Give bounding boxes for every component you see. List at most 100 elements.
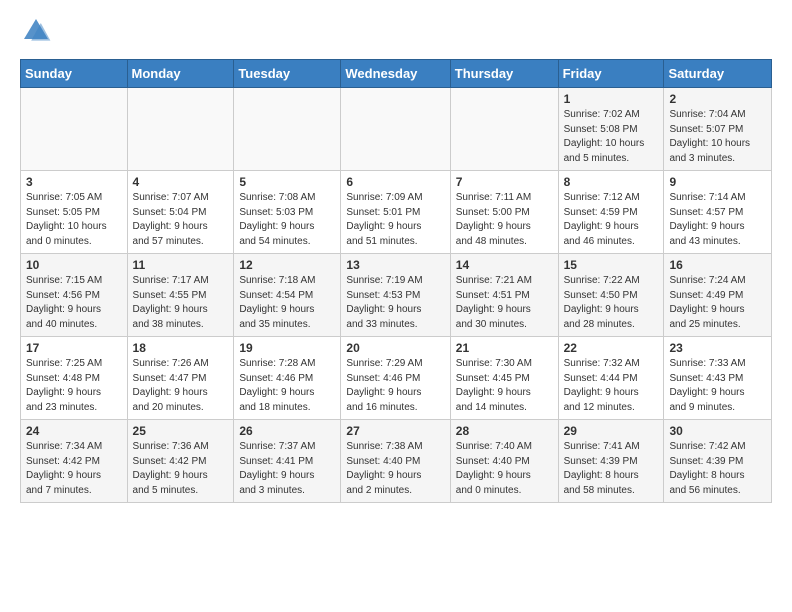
day-number: 14 (456, 258, 553, 272)
weekday-header: Wednesday (341, 60, 450, 88)
day-info: Sunrise: 7:30 AM Sunset: 4:45 PM Dayligh… (456, 357, 553, 415)
calendar-cell: 19 Sunrise: 7:28 AM Sunset: 4:46 PM Dayli… (234, 337, 341, 420)
day-number: 29 (564, 424, 659, 438)
day-number: 1 (564, 92, 659, 106)
day-info: Sunrise: 7:41 AM Sunset: 4:39 PM Dayligh… (564, 440, 659, 498)
day-number: 8 (564, 175, 659, 189)
day-number: 28 (456, 424, 553, 438)
calendar-week: 24 Sunrise: 7:34 AM Sunset: 4:42 PM Dayli… (21, 420, 772, 503)
day-info: Sunrise: 7:28 AM Sunset: 4:46 PM Dayligh… (239, 357, 335, 415)
day-number: 25 (133, 424, 229, 438)
weekday-header: Saturday (664, 60, 772, 88)
calendar-cell: 1Sunrise: 7:02 AM Sunset: 5:08 PM Daylig… (558, 88, 664, 171)
day-number: 11 (133, 258, 229, 272)
calendar-cell: 2Sunrise: 7:04 AM Sunset: 5:07 PM Daylig… (664, 88, 772, 171)
calendar-cell: 14 Sunrise: 7:21 AM Sunset: 4:51 PM Dayli… (450, 254, 558, 337)
calendar-cell: 4 Sunrise: 7:07 AM Sunset: 5:04 PM Daylig… (127, 171, 234, 254)
day-number: 30 (669, 424, 766, 438)
day-info: Sunrise: 7:07 AM Sunset: 5:04 PM Dayligh… (133, 191, 229, 249)
day-info: Sunrise: 7:24 AM Sunset: 4:49 PM Dayligh… (669, 274, 766, 332)
day-number: 4 (133, 175, 229, 189)
calendar-cell: 27Sunrise: 7:38 AM Sunset: 4:40 PM Dayli… (341, 420, 450, 503)
calendar-cell: 29 Sunrise: 7:41 AM Sunset: 4:39 PM Dayli… (558, 420, 664, 503)
calendar-cell: 8Sunrise: 7:12 AM Sunset: 4:59 PM Daylig… (558, 171, 664, 254)
day-info: Sunrise: 7:17 AM Sunset: 4:55 PM Dayligh… (133, 274, 229, 332)
day-number: 12 (239, 258, 335, 272)
calendar-cell: 30 Sunrise: 7:42 AM Sunset: 4:39 PM Dayli… (664, 420, 772, 503)
calendar-cell: 9Sunrise: 7:14 AM Sunset: 4:57 PM Daylig… (664, 171, 772, 254)
day-info: Sunrise: 7:42 AM Sunset: 4:39 PM Dayligh… (669, 440, 766, 498)
day-info: Sunrise: 7:34 AM Sunset: 4:42 PM Dayligh… (26, 440, 122, 498)
day-number: 5 (239, 175, 335, 189)
day-info: Sunrise: 7:37 AM Sunset: 4:41 PM Dayligh… (239, 440, 335, 498)
logo-icon (20, 15, 52, 47)
weekday-row: SundayMondayTuesdayWednesdayThursdayFrid… (21, 60, 772, 88)
calendar-cell (450, 88, 558, 171)
calendar-cell (21, 88, 128, 171)
calendar-week: 1Sunrise: 7:02 AM Sunset: 5:08 PM Daylig… (21, 88, 772, 171)
calendar-week: 3 Sunrise: 7:05 AM Sunset: 5:05 PM Daylig… (21, 171, 772, 254)
weekday-header: Friday (558, 60, 664, 88)
day-number: 23 (669, 341, 766, 355)
day-number: 26 (239, 424, 335, 438)
day-info: Sunrise: 7:14 AM Sunset: 4:57 PM Dayligh… (669, 191, 766, 249)
day-info: Sunrise: 7:21 AM Sunset: 4:51 PM Dayligh… (456, 274, 553, 332)
calendar-header: SundayMondayTuesdayWednesdayThursdayFrid… (21, 60, 772, 88)
day-info: Sunrise: 7:11 AM Sunset: 5:00 PM Dayligh… (456, 191, 553, 249)
day-info: Sunrise: 7:09 AM Sunset: 5:01 PM Dayligh… (346, 191, 444, 249)
day-number: 19 (239, 341, 335, 355)
calendar: SundayMondayTuesdayWednesdayThursdayFrid… (20, 59, 772, 503)
header (20, 15, 772, 47)
calendar-cell (234, 88, 341, 171)
calendar-cell: 22Sunrise: 7:32 AM Sunset: 4:44 PM Dayli… (558, 337, 664, 420)
day-number: 13 (346, 258, 444, 272)
logo (20, 15, 56, 47)
day-info: Sunrise: 7:32 AM Sunset: 4:44 PM Dayligh… (564, 357, 659, 415)
calendar-cell (127, 88, 234, 171)
day-number: 7 (456, 175, 553, 189)
calendar-cell: 11 Sunrise: 7:17 AM Sunset: 4:55 PM Dayli… (127, 254, 234, 337)
weekday-header: Monday (127, 60, 234, 88)
calendar-week: 10 Sunrise: 7:15 AM Sunset: 4:56 PM Dayli… (21, 254, 772, 337)
weekday-header: Tuesday (234, 60, 341, 88)
page: SundayMondayTuesdayWednesdayThursdayFrid… (0, 0, 792, 518)
calendar-cell: 28 Sunrise: 7:40 AM Sunset: 4:40 PM Dayli… (450, 420, 558, 503)
calendar-cell: 25 Sunrise: 7:36 AM Sunset: 4:42 PM Dayli… (127, 420, 234, 503)
calendar-cell: 16 Sunrise: 7:24 AM Sunset: 4:49 PM Dayli… (664, 254, 772, 337)
calendar-cell: 7 Sunrise: 7:11 AM Sunset: 5:00 PM Daylig… (450, 171, 558, 254)
day-info: Sunrise: 7:18 AM Sunset: 4:54 PM Dayligh… (239, 274, 335, 332)
day-number: 2 (669, 92, 766, 106)
day-number: 20 (346, 341, 444, 355)
day-info: Sunrise: 7:25 AM Sunset: 4:48 PM Dayligh… (26, 357, 122, 415)
day-info: Sunrise: 7:15 AM Sunset: 4:56 PM Dayligh… (26, 274, 122, 332)
day-info: Sunrise: 7:19 AM Sunset: 4:53 PM Dayligh… (346, 274, 444, 332)
calendar-cell: 6Sunrise: 7:09 AM Sunset: 5:01 PM Daylig… (341, 171, 450, 254)
calendar-cell: 3 Sunrise: 7:05 AM Sunset: 5:05 PM Daylig… (21, 171, 128, 254)
calendar-cell: 13 Sunrise: 7:19 AM Sunset: 4:53 PM Dayli… (341, 254, 450, 337)
day-info: Sunrise: 7:26 AM Sunset: 4:47 PM Dayligh… (133, 357, 229, 415)
calendar-cell: 21 Sunrise: 7:30 AM Sunset: 4:45 PM Dayli… (450, 337, 558, 420)
weekday-header: Thursday (450, 60, 558, 88)
calendar-cell: 20Sunrise: 7:29 AM Sunset: 4:46 PM Dayli… (341, 337, 450, 420)
day-info: Sunrise: 7:33 AM Sunset: 4:43 PM Dayligh… (669, 357, 766, 415)
calendar-cell: 18Sunrise: 7:26 AM Sunset: 4:47 PM Dayli… (127, 337, 234, 420)
day-number: 17 (26, 341, 122, 355)
day-info: Sunrise: 7:40 AM Sunset: 4:40 PM Dayligh… (456, 440, 553, 498)
calendar-week: 17 Sunrise: 7:25 AM Sunset: 4:48 PM Dayli… (21, 337, 772, 420)
day-info: Sunrise: 7:36 AM Sunset: 4:42 PM Dayligh… (133, 440, 229, 498)
day-number: 16 (669, 258, 766, 272)
day-number: 10 (26, 258, 122, 272)
weekday-header: Sunday (21, 60, 128, 88)
day-info: Sunrise: 7:38 AM Sunset: 4:40 PM Dayligh… (346, 440, 444, 498)
calendar-cell (341, 88, 450, 171)
day-number: 24 (26, 424, 122, 438)
day-info: Sunrise: 7:22 AM Sunset: 4:50 PM Dayligh… (564, 274, 659, 332)
calendar-cell: 26 Sunrise: 7:37 AM Sunset: 4:41 PM Dayli… (234, 420, 341, 503)
day-number: 3 (26, 175, 122, 189)
day-info: Sunrise: 7:05 AM Sunset: 5:05 PM Dayligh… (26, 191, 122, 249)
calendar-cell: 15 Sunrise: 7:22 AM Sunset: 4:50 PM Dayli… (558, 254, 664, 337)
calendar-cell: 10 Sunrise: 7:15 AM Sunset: 4:56 PM Dayli… (21, 254, 128, 337)
calendar-cell: 17 Sunrise: 7:25 AM Sunset: 4:48 PM Dayli… (21, 337, 128, 420)
day-number: 21 (456, 341, 553, 355)
day-number: 15 (564, 258, 659, 272)
